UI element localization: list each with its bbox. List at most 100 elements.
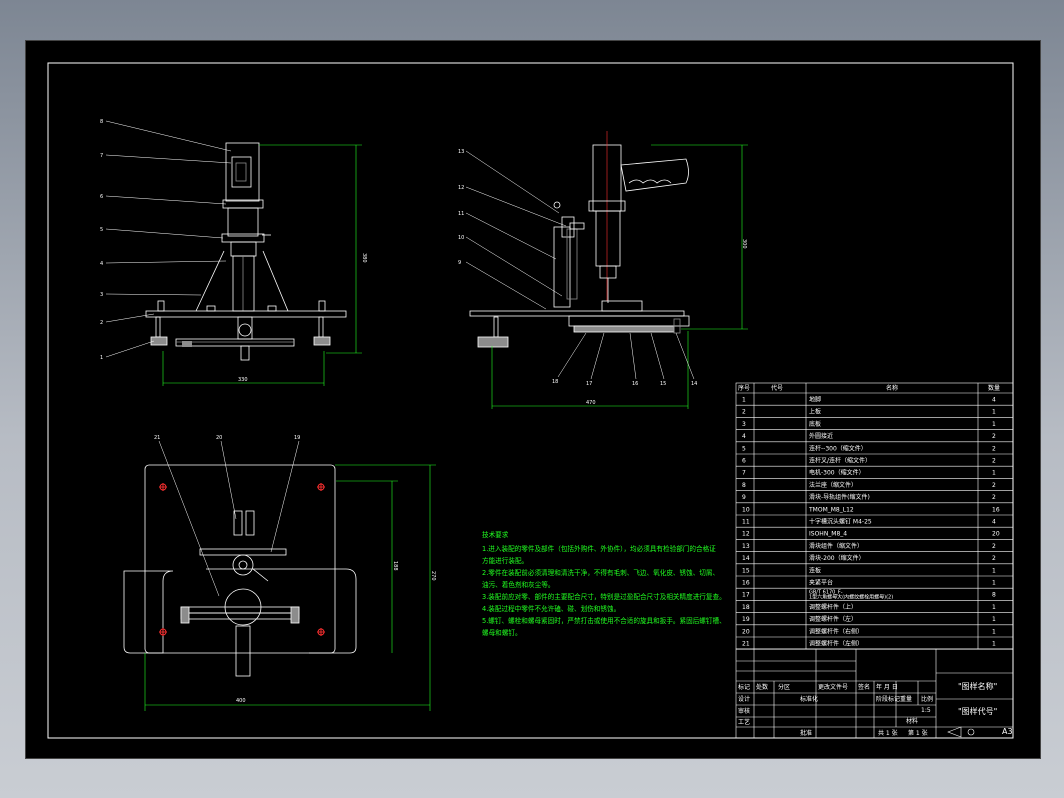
bom-cell-name: 调整螺杆件（左） xyxy=(809,615,857,623)
drawing-code: "图样代号" xyxy=(958,706,997,716)
callout: 12 xyxy=(458,185,464,191)
dim-height-outer: 270 xyxy=(430,571,436,581)
bom-cell-no: 10 xyxy=(742,506,750,513)
notes-line: 2.零件在装配前必须清理和清洗干净，不得有毛刺、飞边、氧化皮、锈蚀、切屑、 xyxy=(482,568,719,577)
bom-cell-qty: 1 xyxy=(992,421,996,428)
tb-label: 分区 xyxy=(778,683,790,691)
bom-cell-no: 4 xyxy=(742,433,746,440)
tb-total-sheets: 共 1 张 xyxy=(878,729,898,737)
bom-cell-name: 电机-300（缩文件） xyxy=(809,469,865,477)
bom-cell-no: 7 xyxy=(742,470,746,477)
bom-cell-name: 连杆--300（缩文件） xyxy=(809,444,867,452)
bom-cell-qty: 2 xyxy=(992,445,996,452)
bom-header-code: 代号 xyxy=(771,384,783,392)
bom-cell-qty: 4 xyxy=(992,519,996,526)
tb-material: 材料 xyxy=(906,717,918,725)
bom-cell-qty: 1 xyxy=(992,409,996,416)
bom-cell-name: 调整螺杆件（左侧） xyxy=(809,640,863,648)
bom-cell-name: 十字槽沉头螺钉 M4-25 xyxy=(809,518,872,526)
callout: 13 xyxy=(458,149,464,155)
bom-cell-name: 地脚 xyxy=(809,396,821,404)
bom-cell-qty: 2 xyxy=(992,494,996,501)
bom-cell-name: GB/T 6170_F-1型六角螺母大(内螺纹螺栓用螺母)(2) xyxy=(809,590,893,601)
notes-line: 油污、着色剂和灰尘等。 xyxy=(482,580,555,589)
dim-width: 470 xyxy=(586,400,596,406)
dim-width: 400 xyxy=(236,698,246,704)
notes-line: 1.进入装配的零件及部件（包括外购件、外协件），均必须具有检验部门的合格证 xyxy=(482,544,716,553)
bom-cell-no: 15 xyxy=(742,567,750,574)
tb-label: 签名 xyxy=(858,683,870,691)
bom-cell-no: 2 xyxy=(742,409,746,416)
front-view xyxy=(105,120,362,386)
tb-label: 更改文件号 xyxy=(818,683,848,691)
top-view-callouts: 21 20 19 188 270 400 xyxy=(154,435,436,704)
bom-cell-name: 外圆接近 xyxy=(809,432,833,440)
side-view xyxy=(465,131,748,409)
tb-scale-value: 1:5 xyxy=(921,707,931,714)
bom-cell-no: 18 xyxy=(742,604,750,611)
title-block-text: "图样名称" "图样代号" 标记 处数 分区 更改文件号 签名 年 月 日 设计… xyxy=(738,681,1013,737)
tb-design: 设计 xyxy=(738,695,750,703)
technical-notes: 技术要求 1.进入装配的零件及部件（包括外购件、外协件），均必须具有检验部门的合… xyxy=(482,530,726,637)
bom-cell-name: 连板 xyxy=(809,566,821,574)
bom-cell-name: TMOM_M8_L12 xyxy=(808,506,854,513)
callout: 1 xyxy=(100,355,103,361)
bom-rows: 1 地脚 42 上板 13 底板 14 外圆接近 25 连杆--300（缩文件） 26 连杆叉/连杆（… xyxy=(742,396,1000,648)
bom-cell-qty: 1 xyxy=(992,470,996,477)
bom-cell-no: 1 xyxy=(742,397,746,404)
drawing-name: "图样名称" xyxy=(958,681,997,691)
callout: 15 xyxy=(660,381,666,387)
bom-cell-qty: 1 xyxy=(992,580,996,587)
tb-label: 年 月 日 xyxy=(876,683,898,691)
drawing-canvas: 8 7 6 5 4 3 2 1 380 330 13 12 11 10 9 18… xyxy=(25,40,1041,759)
bom-cell-no: 17 xyxy=(742,592,750,599)
tb-sheet: 第 1 张 xyxy=(908,729,928,737)
tb-check: 审核 xyxy=(738,707,750,715)
tb-stage-mark: 阶段标记 xyxy=(876,695,900,703)
callout: 2 xyxy=(100,320,103,326)
notes-line: 4.装配过程中零件不允许磕、碰、划伤和锈蚀。 xyxy=(482,604,620,613)
bom-cell-qty: 4 xyxy=(992,397,996,404)
bom-cell-no: 12 xyxy=(742,531,750,538)
bom-cell-no: 20 xyxy=(742,628,750,635)
top-view xyxy=(123,440,436,711)
bom-cell-no: 21 xyxy=(742,641,750,648)
callout: 21 xyxy=(154,435,160,441)
notes-line: 螺母和螺钉。 xyxy=(482,628,522,637)
bom-cell-qty: 2 xyxy=(992,543,996,550)
callout: 20 xyxy=(216,435,222,441)
side-view-callouts: 13 12 11 10 9 18 17 16 15 14 300 470 xyxy=(458,149,747,406)
callout: 9 xyxy=(458,260,461,266)
callout: 7 xyxy=(100,153,103,159)
cad-drawing: 8 7 6 5 4 3 2 1 380 330 13 12 11 10 9 18… xyxy=(47,62,1014,739)
tb-paper-size: A3 xyxy=(1002,727,1013,736)
bom-header-qty: 数量 xyxy=(988,384,1000,392)
notes-title: 技术要求 xyxy=(482,530,509,539)
tb-scale: 比例 xyxy=(921,695,933,703)
notes-line: 3.装配前应对零、部件的主要配合尺寸，特别是过盈配合尺寸及相关精度进行复查。 xyxy=(482,592,726,601)
callout: 18 xyxy=(552,379,558,385)
callout: 19 xyxy=(294,435,300,441)
tb-weight: 重量 xyxy=(900,695,912,703)
bom-cell-no: 14 xyxy=(742,555,750,562)
bom-cell-name: 连杆叉/连杆（缩文件） xyxy=(809,457,871,465)
bom-cell-name: 上板 xyxy=(809,408,821,416)
bom-cell-name: 滑块-200（缩文件） xyxy=(809,554,865,562)
projection-symbol-icon xyxy=(947,726,975,738)
bom-cell-no: 19 xyxy=(742,616,750,623)
bom-cell-qty: 2 xyxy=(992,458,996,465)
dim-height: 300 xyxy=(741,239,747,249)
bom-header: 序号 代号 名称 数量 xyxy=(738,384,1000,392)
bom-cell-no: 16 xyxy=(742,580,750,587)
bom-cell-no: 3 xyxy=(742,421,746,428)
callout: 3 xyxy=(100,292,103,298)
tb-approve: 批准 xyxy=(800,729,812,737)
notes-line: 方能进行装配。 xyxy=(482,556,528,565)
bom-cell-name: 法兰座（缩文件） xyxy=(809,481,857,489)
bom-cell-name: ISOHN_M8_4 xyxy=(809,531,847,538)
tb-standard: 标准化 xyxy=(800,695,818,703)
callout: 5 xyxy=(100,227,103,233)
callout: 17 xyxy=(586,381,592,387)
bom-cell-no: 13 xyxy=(742,543,750,550)
callout: 14 xyxy=(691,381,697,387)
